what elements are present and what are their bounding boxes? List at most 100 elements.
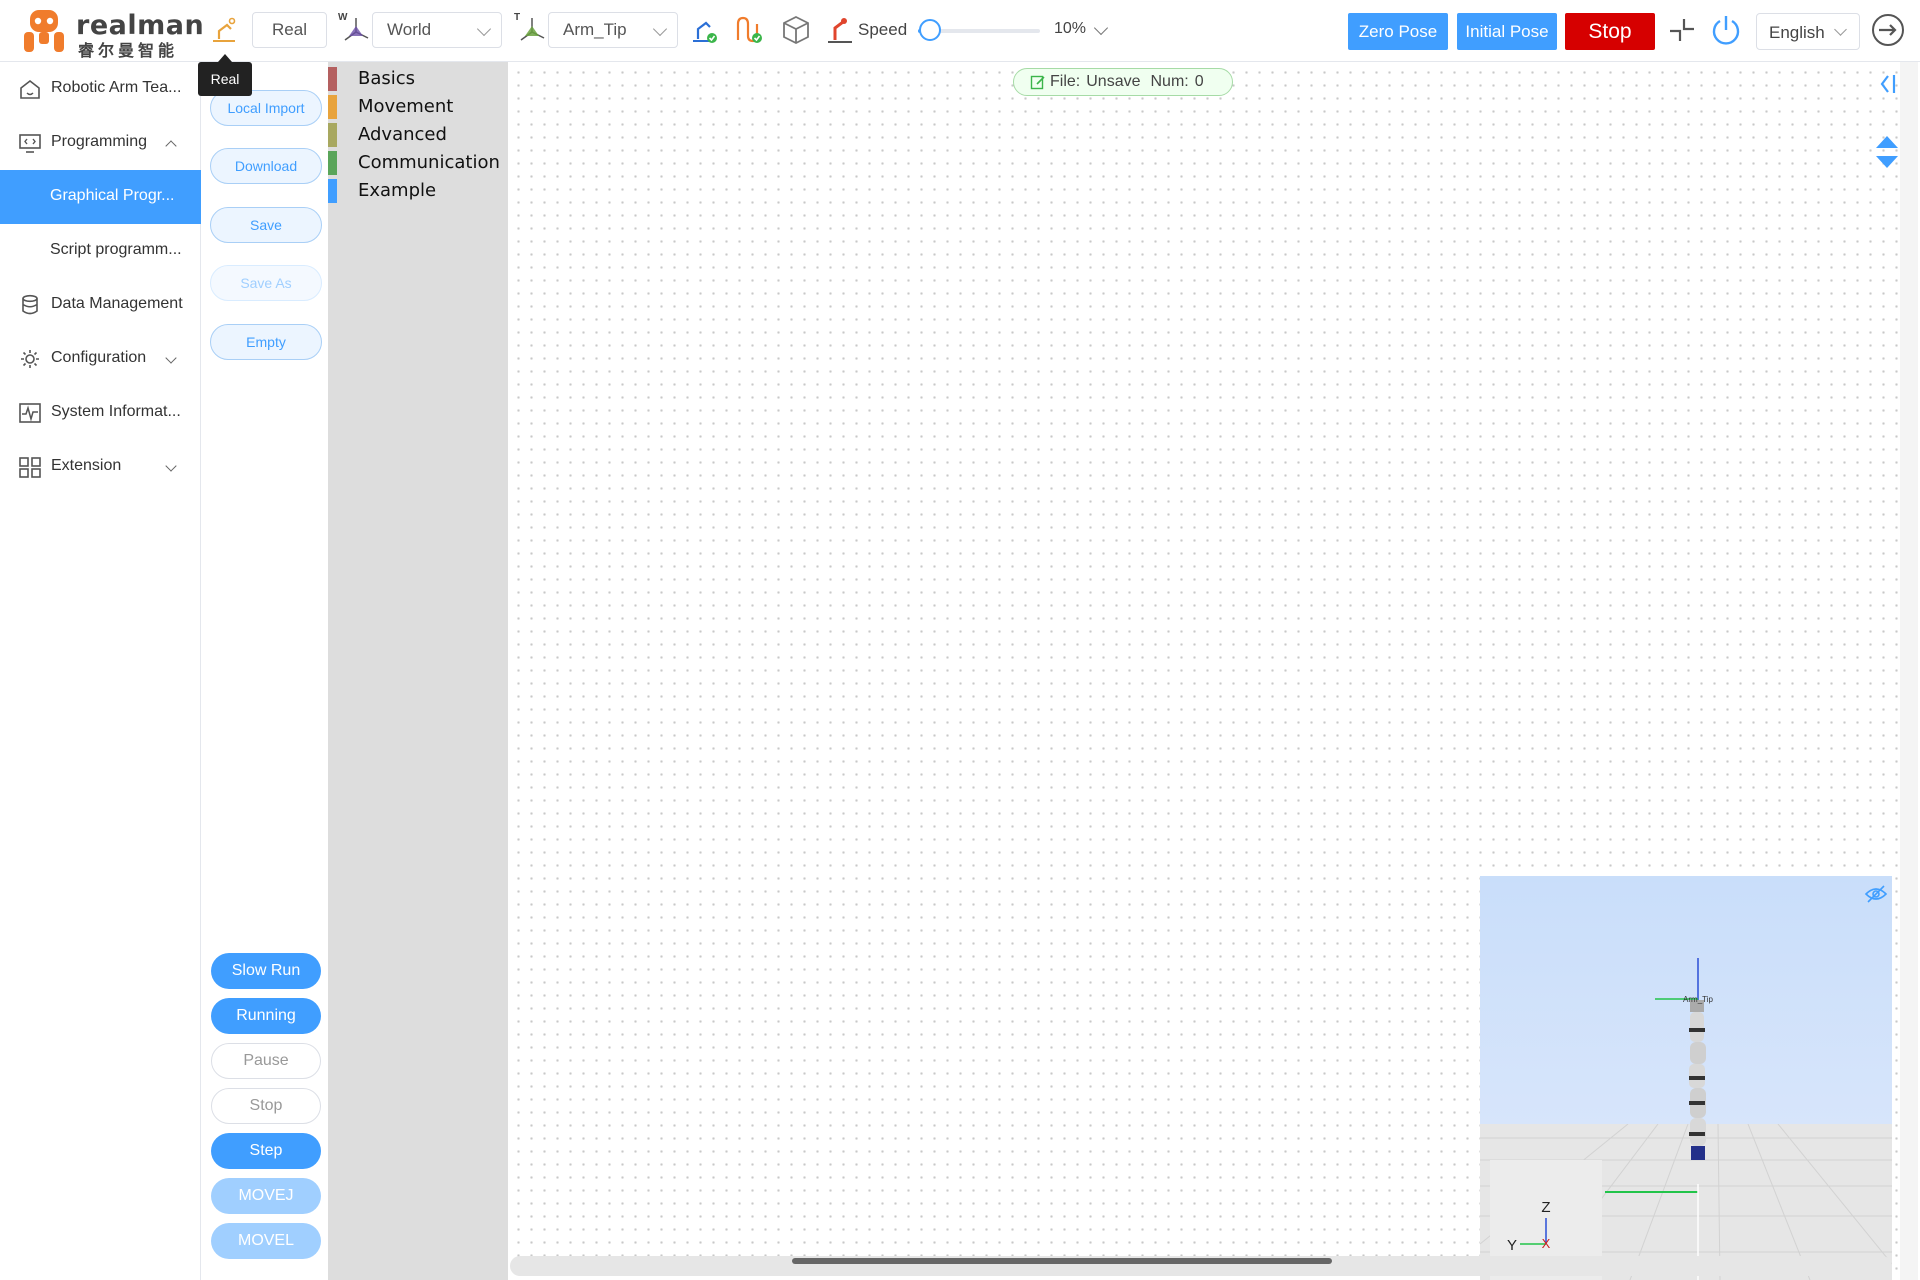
category-color-swatch	[328, 95, 337, 119]
category-basics[interactable]: Basics	[328, 65, 508, 93]
category-color-swatch	[328, 151, 337, 175]
tool-frame-icon	[514, 12, 550, 48]
chevron-down-icon	[1834, 23, 1847, 36]
brand-name-cn: 睿尔曼智能	[78, 41, 179, 60]
file-tools-panel: Local Import Download Save Save As Empty…	[202, 62, 328, 1280]
category-color-swatch	[328, 67, 337, 91]
pause-button[interactable]: Pause	[211, 1043, 321, 1079]
sidebar-item-data-management[interactable]: Data Management	[0, 278, 201, 332]
world-frame-icon	[338, 12, 374, 48]
category-communication[interactable]: Communication	[328, 149, 508, 177]
sidebar-item-label: Data Management	[51, 295, 183, 312]
frame-select[interactable]: World	[372, 12, 502, 48]
file-value: Unsave	[1086, 73, 1141, 90]
chevron-down-icon[interactable]	[1093, 20, 1109, 36]
file-status-badge: File: Unsave Num: 0	[1013, 68, 1233, 96]
horizontal-scrollbar-thumb[interactable]	[792, 1258, 1332, 1264]
category-example[interactable]: Example	[328, 177, 508, 205]
sidebar-item-teach[interactable]: Robotic Arm Tea...	[0, 62, 201, 116]
sidebar-item-label: Robotic Arm Tea...	[51, 79, 182, 96]
zero-pose-button[interactable]: Zero Pose	[1348, 13, 1448, 50]
language-select[interactable]: English	[1756, 13, 1860, 50]
num-label: Num:	[1150, 73, 1189, 90]
sidebar-item-extension[interactable]: Extension	[0, 440, 201, 494]
category-advanced[interactable]: Advanced	[328, 121, 508, 149]
tool-tag-label: Arm_Tip	[1683, 995, 1713, 1004]
running-button[interactable]: Running	[211, 998, 321, 1034]
collapse-panel-icon[interactable]	[1876, 72, 1900, 96]
realman-logo-icon	[24, 10, 64, 52]
logout-icon[interactable]	[1870, 12, 1906, 48]
tool-select[interactable]: Arm_Tip	[548, 12, 678, 48]
num-value: 0	[1194, 73, 1204, 90]
mode-select[interactable]: Real	[252, 12, 327, 48]
minimize-icon[interactable]	[1664, 12, 1700, 48]
scroll-arrows-icon[interactable]	[1874, 134, 1900, 170]
step-button[interactable]: Step	[211, 1133, 321, 1169]
program-stop-button[interactable]: Stop	[211, 1088, 321, 1124]
robot-mode-icon[interactable]	[206, 12, 242, 48]
language-value: English	[1769, 23, 1825, 42]
sidebar-item-label: Extension	[51, 457, 122, 474]
movel-button[interactable]: MOVEL	[211, 1223, 321, 1259]
edit-icon	[1030, 75, 1045, 90]
sidebar-item-label: Programming	[51, 133, 148, 150]
grid-apps-icon	[19, 457, 41, 478]
speed-label: Speed	[858, 20, 908, 39]
sidebar-item-programming[interactable]: Programming	[0, 116, 201, 170]
axis-y-label: Y	[1507, 1237, 1517, 1254]
sidebar-item-label: Graphical Progr...	[50, 187, 175, 204]
category-color-swatch	[328, 123, 337, 147]
initial-pose-button[interactable]: Initial Pose	[1457, 13, 1557, 50]
category-label: Advanced	[358, 124, 447, 145]
robot-3d-viewer[interactable]: Arm_Tip Z Y X	[1480, 876, 1892, 1280]
settings-icon	[21, 350, 39, 368]
brand-logo: realman 睿尔曼智能	[22, 8, 204, 60]
sidebar-item-label: System Informat...	[51, 403, 181, 420]
horizontal-scrollbar[interactable]	[510, 1256, 1892, 1276]
file-label: File:	[1050, 73, 1081, 90]
database-icon	[22, 294, 38, 315]
top-bar: realman 睿尔曼智能 Real W World T Arm_Tip Spe…	[0, 0, 1920, 62]
chevron-down-icon	[652, 21, 668, 37]
sidebar-item-script-programming[interactable]: Script programm...	[0, 224, 201, 278]
hide-viewer-icon[interactable]	[1864, 884, 1888, 904]
mode-value: Real	[272, 20, 307, 39]
category-color-swatch	[328, 179, 337, 203]
power-icon[interactable]	[1708, 12, 1744, 48]
speed-slider-handle[interactable]	[919, 19, 942, 41]
speed-arm-icon	[822, 12, 858, 48]
sidebar-item-system-information[interactable]: System Informat...	[0, 386, 201, 440]
axis-x-label: X	[1542, 1236, 1551, 1251]
save-as-button[interactable]: Save As	[210, 265, 322, 301]
blockly-toolbox: Basics Movement Advanced Communication E…	[328, 62, 508, 1280]
slow-run-button[interactable]: Slow Run	[211, 953, 321, 989]
category-label: Basics	[358, 68, 416, 89]
empty-button[interactable]: Empty	[210, 324, 322, 360]
blockly-workspace[interactable]: File: Unsave Num: 0 Arm_Tip Z Y X	[508, 62, 1920, 1280]
sidebar-item-label: Configuration	[51, 349, 147, 366]
sidebar-item-graphical-programming[interactable]: Graphical Progr...	[0, 170, 201, 224]
vertical-scrollbar[interactable]	[1900, 62, 1918, 1280]
sidebar-item-configuration[interactable]: Configuration	[0, 332, 201, 386]
category-label: Example	[358, 180, 437, 201]
home-icon	[20, 79, 40, 99]
category-label: Movement	[358, 96, 454, 117]
speed-value: 10%	[1054, 20, 1087, 37]
axis-z-label: Z	[1541, 1199, 1550, 1216]
sidebar-item-label: Script programm...	[50, 241, 182, 258]
trajectory-status-icon[interactable]	[730, 12, 766, 48]
frame-value: World	[387, 20, 432, 39]
save-button[interactable]: Save	[210, 207, 322, 243]
chevron-down-icon	[476, 21, 492, 37]
category-label: Communication	[358, 152, 500, 173]
tool-value: Arm_Tip	[563, 20, 627, 39]
category-movement[interactable]: Movement	[328, 93, 508, 121]
download-button[interactable]: Download	[210, 148, 322, 184]
emergency-stop-button[interactable]: Stop	[1565, 13, 1655, 50]
cube-icon[interactable]	[778, 12, 814, 48]
arm-status-icon[interactable]	[686, 12, 722, 48]
mode-tooltip: Real	[198, 54, 252, 96]
movej-button[interactable]: MOVEJ	[211, 1178, 321, 1214]
pulse-monitor-icon	[19, 403, 41, 423]
